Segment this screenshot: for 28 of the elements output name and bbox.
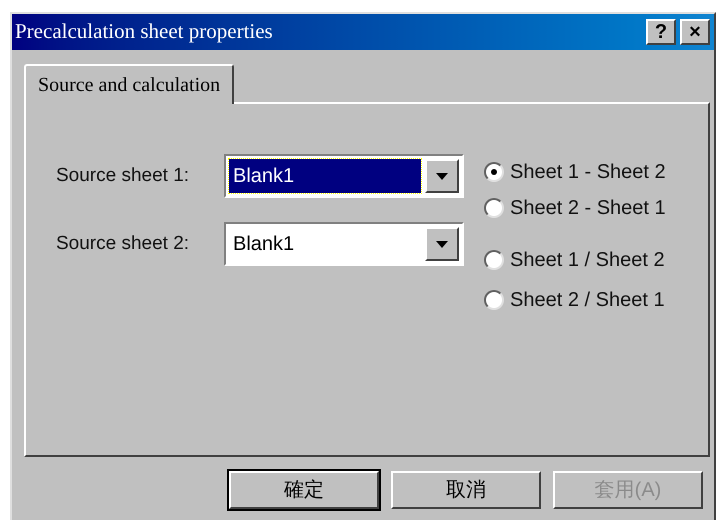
- radio-option[interactable]: Sheet 2 / Sheet 1: [484, 282, 666, 318]
- window-title: Precalculation sheet properties: [14, 18, 274, 46]
- dialog-button[interactable]: 確定: [229, 471, 379, 509]
- tab[interactable]: Source and calculation: [24, 64, 234, 104]
- radio-label: Sheet 2 - Sheet 1: [510, 196, 666, 221]
- radio-option[interactable]: Sheet 1 / Sheet 2: [484, 242, 666, 278]
- radio-button[interactable]: [484, 162, 504, 182]
- field-label: Source sheet 2:: [56, 232, 190, 256]
- dropdown-field[interactable]: Blank1: [224, 154, 464, 198]
- close-button[interactable]: ×: [680, 19, 710, 45]
- radio-label: Sheet 2 / Sheet 1: [510, 288, 665, 313]
- radio-button[interactable]: [484, 250, 504, 270]
- dialog-button[interactable]: 取消: [391, 471, 541, 509]
- radio-label: Sheet 1 / Sheet 2: [510, 248, 665, 273]
- field-value: Blank1: [229, 159, 421, 193]
- help-button[interactable]: ?: [646, 19, 676, 45]
- radio-option[interactable]: Sheet 1 - Sheet 2: [484, 154, 666, 190]
- caret-icon: [436, 240, 448, 248]
- radio-button[interactable]: [484, 290, 504, 310]
- caret-icon: [436, 172, 448, 180]
- dropdown-arrow-button[interactable]: [425, 227, 459, 261]
- dropdown-arrow-button[interactable]: [425, 159, 459, 193]
- field-label: Source sheet 1:: [56, 164, 190, 188]
- field-value: Blank1: [232, 232, 296, 257]
- radio-option[interactable]: Sheet 2 - Sheet 1: [484, 190, 666, 226]
- radio-label: Sheet 1 - Sheet 2: [510, 160, 666, 185]
- dropdown-field[interactable]: Blank1: [224, 222, 464, 266]
- radio-button[interactable]: [484, 198, 504, 218]
